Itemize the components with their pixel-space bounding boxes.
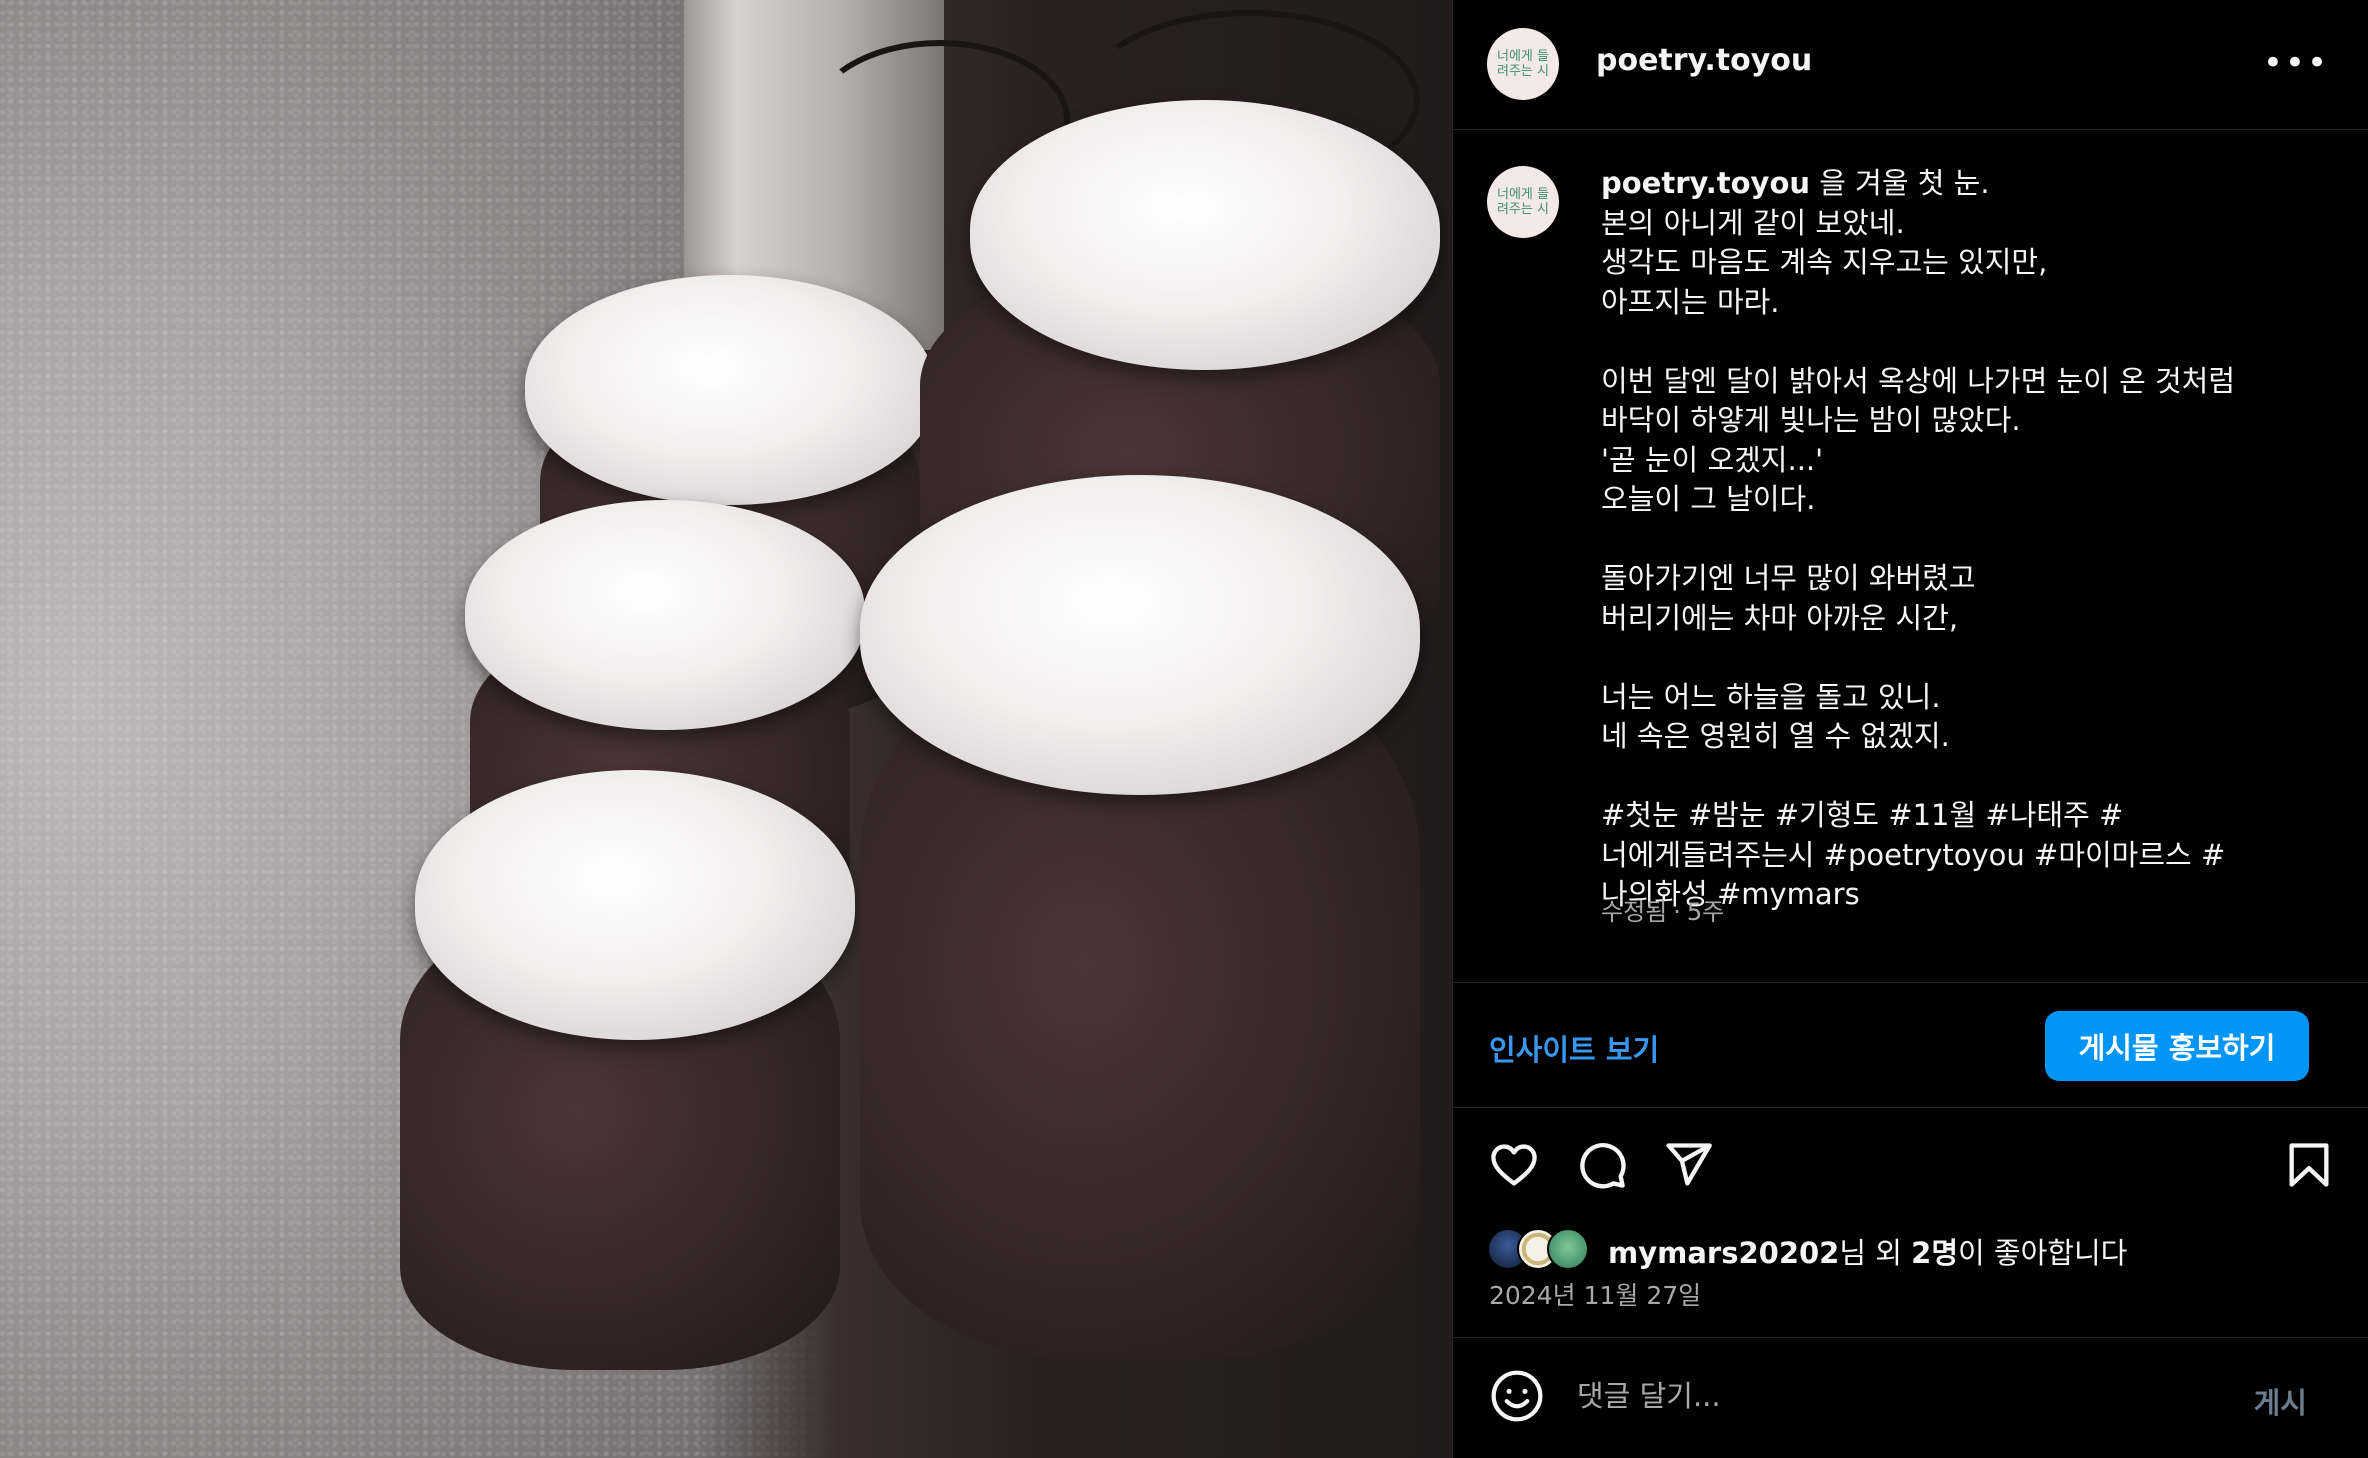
snow-covered-lid [525, 275, 935, 505]
likes-suffix-end: 이 좋아합니다 [1958, 1236, 2128, 1270]
promote-post-button[interactable]: 게시물 홍보하기 [2045, 1011, 2309, 1081]
caption-line: 오늘이 그 날이다. [1601, 482, 1816, 516]
caption-line: 버리기에는 차마 아까운 시간, [1601, 600, 1959, 635]
owner-actions-bar: 인사이트 보기 게시물 홍보하기 [1453, 982, 2368, 1108]
avatar-logo-text: 너에게 들려주는 시 [1497, 187, 1549, 217]
meta-separator: · [1673, 898, 1681, 926]
avatar[interactable]: 너에게 들려주는 시 [1487, 28, 1559, 100]
avatar[interactable]: 너에게 들려주는 시 [1487, 166, 1559, 238]
caption-line: 아프지는 마라. [1601, 284, 1780, 319]
username-link[interactable]: poetry.toyou [1596, 43, 1812, 78]
bookmark-icon[interactable] [2280, 1136, 2338, 1194]
likes-suffix: 님 외 [1839, 1236, 1912, 1270]
caption-meta: 수정됨 · 5주 [1601, 892, 1730, 927]
edited-label: 수정됨 [1601, 898, 1668, 926]
comment-input[interactable] [1577, 1368, 2137, 1424]
snow-covered-lid [465, 500, 865, 730]
caption-body: 을 겨울 첫 눈. 본의 아니게 같이 보았네. 생각도 마음도 계속 지우고는… [1601, 166, 2244, 911]
post-action-icons [1453, 1108, 2368, 1218]
likes-section: mymars20202님 외 2명이 좋아합니다 2024년 11월 27일 [1453, 1218, 2368, 1338]
caption-line: 돌아가기엔 너무 많이 와버렸고 [1601, 561, 1976, 595]
caption-author-link[interactable]: poetry.toyou [1601, 166, 1810, 200]
avatar-logo-text: 너에게 들려주는 시 [1497, 49, 1549, 79]
caption-line: 생각도 마음도 계속 지우고는 있지만, [1601, 245, 2048, 279]
post-comment-button[interactable]: 게시 [2254, 1380, 2307, 1422]
caption-section: 너에게 들려주는 시 poetry.toyou 을 겨울 첫 눈. 본의 아니게… [1453, 130, 2368, 982]
avatar [1547, 1228, 1589, 1270]
comment-icon[interactable] [1573, 1136, 1631, 1194]
post-age[interactable]: 5주 [1687, 898, 1724, 926]
post-side-panel: 너에게 들려주는 시 poetry.toyou ••• 너에게 들려주는 시 p… [1452, 0, 2368, 1458]
snow-covered-lid [860, 475, 1420, 795]
snow-covered-lid [970, 100, 1440, 370]
heart-icon[interactable] [1485, 1136, 1543, 1194]
caption-line: 네 속은 영원히 열 수 없겠지. [1601, 719, 1950, 753]
post-photo [0, 0, 1452, 1458]
post-date: 2024년 11월 27일 [1489, 1281, 1702, 1310]
liker-avatars[interactable] [1487, 1228, 1607, 1272]
likes-others-count[interactable]: 2명 [1911, 1236, 1958, 1270]
more-options-icon[interactable]: ••• [2263, 46, 2329, 80]
caption-line: 이번 달엔 달이 밝아서 옥상에 나가면 눈이 온 것처럼 바닥이 하얗게 빛나… [1601, 363, 2236, 438]
caption-line: 을 겨울 첫 눈. [1819, 166, 1990, 200]
caption-line: 너는 어느 하늘을 돌고 있니. [1601, 679, 1941, 714]
liker-username[interactable]: mymars20202 [1608, 1236, 1839, 1270]
comment-box: 게시 [1453, 1338, 2368, 1458]
post-header: 너에게 들려주는 시 poetry.toyou ••• [1453, 0, 2368, 130]
likes-text[interactable]: mymars20202님 외 2명이 좋아합니다 [1608, 1230, 2127, 1272]
caption-text: poetry.toyou 을 겨울 첫 눈. 본의 아니게 같이 보았네. 생각… [1601, 164, 2321, 915]
view-insights-link[interactable]: 인사이트 보기 [1489, 1027, 1659, 1069]
emoji-icon[interactable] [1489, 1368, 1545, 1424]
caption-line: 본의 아니게 같이 보았네. [1601, 205, 1905, 240]
share-icon[interactable] [1659, 1136, 1717, 1194]
caption-line: '곧 눈이 오겠지...' [1601, 442, 1824, 477]
snow-covered-lid [415, 770, 855, 1040]
